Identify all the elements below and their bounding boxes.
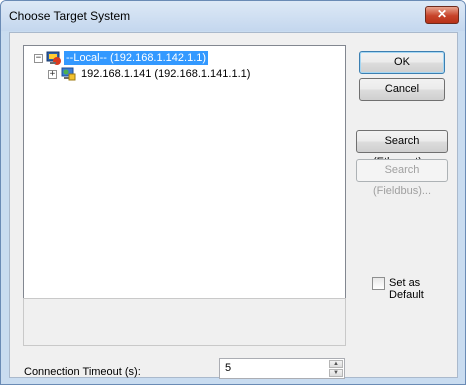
spin-up-icon[interactable]: ▲ — [329, 360, 343, 368]
choose-target-system-dialog: Choose Target System ✕ − --Local-- (192.… — [0, 0, 466, 385]
tree-item-remote[interactable]: + 192.168.1.141 (192.168.1.141.1.1) — [24, 66, 344, 82]
close-icon: ✕ — [436, 7, 448, 21]
connection-timeout-stepper[interactable]: 5 ▲ ▼ — [219, 358, 345, 379]
status-box — [23, 298, 346, 346]
collapse-toggle[interactable]: − — [34, 54, 43, 63]
remote-computer-icon — [60, 66, 76, 82]
set-as-default-label: Set as Default — [389, 277, 424, 301]
expand-toggle[interactable]: + — [48, 70, 57, 79]
stepper-buttons: ▲ ▼ — [329, 360, 343, 377]
search-ethernet-button[interactable]: Search (Ethernet)... — [356, 130, 448, 168]
connection-timeout-label: Connection Timeout (s): — [24, 366, 141, 378]
tree-item-label: 192.168.1.141 (192.168.1.141.1.1) — [81, 68, 251, 80]
dialog-client-area: − --Local-- (192.168.1.142.1.1) + 192.16… — [9, 32, 458, 379]
spin-down-icon[interactable]: ▼ — [329, 369, 343, 377]
close-button[interactable]: ✕ — [425, 6, 459, 24]
cancel-button[interactable]: Cancel — [359, 78, 445, 101]
set-as-default-checkbox[interactable] — [372, 277, 385, 290]
ok-button[interactable]: OK — [359, 51, 445, 74]
network-computer-icon — [46, 50, 62, 66]
search-fieldbus-button: Search (Fieldbus)... — [356, 159, 448, 197]
title-bar: Choose Target System ✕ — [1, 1, 465, 31]
tree-item-label: --Local-- (192.168.1.142.1.1) — [64, 51, 209, 65]
target-tree[interactable]: − --Local-- (192.168.1.142.1.1) + 192.16… — [23, 45, 346, 324]
connection-timeout-value[interactable]: 5 — [225, 362, 231, 374]
window-title: Choose Target System — [9, 9, 131, 23]
tree-item-local[interactable]: − --Local-- (192.168.1.142.1.1) — [24, 50, 344, 66]
